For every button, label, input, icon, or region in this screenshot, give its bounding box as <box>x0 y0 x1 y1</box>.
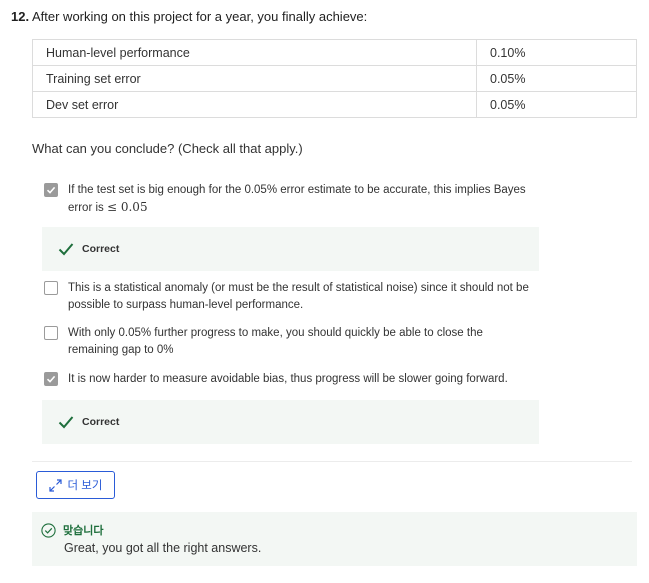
metric-value: 0.10% <box>476 39 637 66</box>
result-panel: 맞습니다 Great, you got all the right answer… <box>32 512 637 566</box>
checkbox-unchecked[interactable] <box>44 281 58 295</box>
checkbox-checked[interactable] <box>44 183 58 197</box>
show-more-button[interactable]: 더 보기 <box>36 471 115 499</box>
divider <box>32 461 632 462</box>
check-icon <box>46 186 56 194</box>
check-icon <box>58 416 74 429</box>
feedback-correct-2: Correct <box>42 400 539 444</box>
feedback-label: Correct <box>82 243 120 255</box>
option-3[interactable]: With only 0.05% further progress to make… <box>44 325 534 359</box>
checkbox-unchecked[interactable] <box>44 326 58 340</box>
metric-value: 0.05% <box>476 65 637 92</box>
result-header: 맞습니다 <box>41 522 103 538</box>
question-text: 12. After working on this project for a … <box>11 9 367 24</box>
option-text: It is now harder to measure avoidable bi… <box>68 373 508 385</box>
metric-value: 0.05% <box>476 91 637 118</box>
feedback-label: Correct <box>82 416 120 428</box>
question-body: After working on this project for a year… <box>31 9 368 24</box>
metric-label: Training set error <box>32 65 477 92</box>
checkbox-checked[interactable] <box>44 372 58 386</box>
show-more-label: 더 보기 <box>67 480 103 492</box>
check-circle-icon <box>41 522 56 538</box>
check-icon <box>46 375 56 383</box>
option-2[interactable]: This is a statistical anomaly (or must b… <box>44 280 534 314</box>
metrics-table: Human-level performance 0.10% Training s… <box>32 39 637 118</box>
feedback-correct-1: Correct <box>42 227 539 271</box>
table-row: Human-level performance 0.10% <box>32 39 637 66</box>
option-1[interactable]: If the test set is big enough for the 0.… <box>44 182 534 217</box>
question-number: 12. <box>11 9 30 24</box>
option-text: With only 0.05% further progress to make… <box>68 327 483 356</box>
prompt-text: What can you conclude? (Check all that a… <box>32 141 303 156</box>
expand-icon <box>48 478 62 492</box>
result-message: Great, you got all the right answers. <box>64 541 262 555</box>
option-4[interactable]: It is now harder to measure avoidable bi… <box>44 371 534 388</box>
metric-label: Dev set error <box>32 91 477 118</box>
table-row: Training set error 0.05% <box>32 65 637 92</box>
metric-label: Human-level performance <box>32 39 477 66</box>
option-math: ≤ 0.05 <box>106 200 148 214</box>
result-title: 맞습니다 <box>63 525 104 537</box>
table-row: Dev set error 0.05% <box>32 91 637 118</box>
option-text: This is a statistical anomaly (or must b… <box>68 282 529 311</box>
check-icon <box>58 243 74 256</box>
